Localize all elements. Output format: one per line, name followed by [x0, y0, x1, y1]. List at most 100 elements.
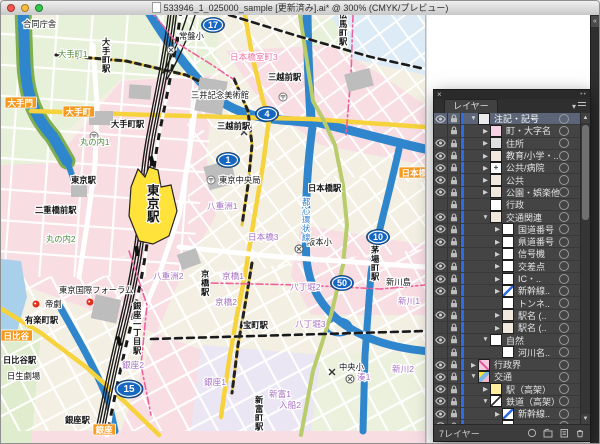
- tab-layers[interactable]: レイヤー: [444, 99, 498, 113]
- disclosure-triangle[interactable]: ▶: [493, 324, 502, 332]
- target-circle[interactable]: [559, 310, 569, 320]
- lock-icon[interactable]: [448, 125, 461, 136]
- panel-menu-icon[interactable]: ▾: [572, 102, 586, 111]
- disclosure-triangle[interactable]: ▶: [493, 410, 502, 418]
- target-circle[interactable]: [559, 175, 569, 185]
- visibility-toggle[interactable]: [434, 396, 448, 407]
- disclosure-triangle[interactable]: ▶: [481, 152, 490, 160]
- layer-row-新幹線..[interactable]: ▶新幹線..: [434, 408, 590, 420]
- visibility-toggle[interactable]: [434, 211, 448, 222]
- layer-row-新幹線..[interactable]: ▶新幹線..: [434, 285, 590, 297]
- visibility-toggle[interactable]: [434, 224, 448, 235]
- target-circle[interactable]: [559, 212, 569, 222]
- layer-row-駅名 (..[interactable]: ▶駅名 (..: [434, 310, 590, 322]
- lock-icon[interactable]: [448, 408, 461, 419]
- panel-scrollbar[interactable]: ▲▼: [580, 113, 590, 424]
- layer-row-公共/病院[interactable]: ▶+公共/病院: [434, 162, 590, 174]
- target-circle[interactable]: [559, 187, 569, 197]
- layer-row-公園・娯楽他[interactable]: ▶公園・娯楽他: [434, 187, 590, 199]
- lock-icon[interactable]: [448, 113, 461, 124]
- visibility-toggle[interactable]: [434, 285, 448, 296]
- target-circle[interactable]: [559, 286, 569, 296]
- layer-row-自然[interactable]: ▼自然: [434, 334, 590, 346]
- disclosure-triangle[interactable]: ▶: [481, 139, 490, 147]
- layer-row-信号機[interactable]: ▶信号機: [434, 248, 590, 260]
- target-circle[interactable]: [559, 163, 569, 173]
- visibility-toggle[interactable]: [434, 248, 448, 259]
- target-circle[interactable]: [559, 261, 569, 271]
- visibility-toggle[interactable]: [434, 261, 448, 272]
- disclosure-triangle[interactable]: ▼: [481, 336, 490, 343]
- disclosure-triangle[interactable]: ▶: [481, 176, 490, 184]
- layer-row-駅（高架）[interactable]: ▶駅（高架）: [434, 384, 590, 396]
- target-circle[interactable]: [559, 224, 569, 234]
- disclosure-triangle[interactable]: ▶: [481, 164, 490, 172]
- layer-row-住所[interactable]: ▶住所: [434, 138, 590, 150]
- visibility-toggle[interactable]: [434, 125, 448, 136]
- visibility-toggle[interactable]: [434, 420, 448, 424]
- disclosure-triangle[interactable]: ▶: [469, 361, 478, 369]
- layer-row-町・大字名[interactable]: ▶町・大字名: [434, 125, 590, 137]
- visibility-toggle[interactable]: [434, 322, 448, 333]
- scroll-down-arrow[interactable]: ▼: [581, 414, 590, 424]
- disclosure-triangle[interactable]: ▶: [493, 262, 502, 270]
- layer-row-IC・..[interactable]: ▶IC・..: [434, 273, 590, 285]
- lock-icon[interactable]: [448, 261, 461, 272]
- disclosure-triangle[interactable]: ▶: [493, 250, 502, 258]
- target-circle[interactable]: [559, 138, 569, 148]
- target-circle[interactable]: [559, 421, 569, 424]
- target-circle[interactable]: [559, 126, 569, 136]
- visibility-toggle[interactable]: [434, 334, 448, 345]
- visibility-toggle[interactable]: [434, 371, 448, 382]
- lock-icon[interactable]: [448, 211, 461, 222]
- visibility-toggle[interactable]: [434, 174, 448, 185]
- target-circle[interactable]: [559, 249, 569, 259]
- visibility-toggle[interactable]: [434, 310, 448, 321]
- lock-icon[interactable]: [448, 224, 461, 235]
- lock-icon[interactable]: [448, 297, 461, 308]
- lock-icon[interactable]: [448, 396, 461, 407]
- visibility-toggle[interactable]: [434, 236, 448, 247]
- disclosure-triangle[interactable]: ▼: [469, 373, 478, 380]
- disclosure-triangle[interactable]: ▶: [481, 385, 490, 393]
- lock-icon[interactable]: [448, 199, 461, 210]
- layer-row-駅名 (..[interactable]: ▶駅名 (..: [434, 322, 590, 334]
- target-circle[interactable]: [559, 151, 569, 161]
- disclosure-triangle[interactable]: ▼: [469, 115, 478, 122]
- disclosure-triangle[interactable]: ▶: [493, 311, 502, 319]
- new-layer-icon[interactable]: [559, 428, 569, 438]
- new-sublayer-icon[interactable]: [543, 428, 553, 438]
- lock-icon[interactable]: [448, 236, 461, 247]
- visibility-toggle[interactable]: [434, 162, 448, 173]
- scroll-up-arrow[interactable]: ▲: [581, 113, 590, 123]
- layer-row-県道番号[interactable]: ▶県道番号: [434, 236, 590, 248]
- target-circle[interactable]: [559, 274, 569, 284]
- visibility-toggle[interactable]: [434, 297, 448, 308]
- lock-icon[interactable]: [448, 187, 461, 198]
- target-circle[interactable]: [559, 200, 569, 210]
- lock-icon[interactable]: [448, 310, 461, 321]
- window-title-bar[interactable]: 533946_1_025000_sample [更新済み].ai* @ 300%…: [1, 1, 599, 16]
- lock-icon[interactable]: [448, 384, 461, 395]
- visibility-toggle[interactable]: [434, 199, 448, 210]
- visibility-toggle[interactable]: [434, 138, 448, 149]
- layer-row-鉄道（高架）[interactable]: ▼鉄道（高架）: [434, 396, 590, 408]
- make-release-clip-icon[interactable]: [527, 428, 537, 438]
- visibility-toggle[interactable]: [434, 150, 448, 161]
- target-circle[interactable]: [559, 409, 569, 419]
- scrollbar-thumb[interactable]: [582, 125, 589, 220]
- visibility-toggle[interactable]: [434, 408, 448, 419]
- visibility-toggle[interactable]: [434, 347, 448, 358]
- lock-icon[interactable]: [448, 347, 461, 358]
- lock-icon[interactable]: [448, 174, 461, 185]
- layer-row-行政界[interactable]: ▶行政界: [434, 359, 590, 371]
- layer-row-河川名..[interactable]: 河川名..: [434, 347, 590, 359]
- visibility-toggle[interactable]: [434, 273, 448, 284]
- lock-icon[interactable]: [448, 334, 461, 345]
- disclosure-triangle[interactable]: ▼: [481, 398, 490, 405]
- target-circle[interactable]: [559, 335, 569, 345]
- visibility-toggle[interactable]: [434, 359, 448, 370]
- dock-collapse-icon[interactable]: «: [591, 16, 599, 27]
- lock-icon[interactable]: [448, 420, 461, 424]
- panel-close-icon[interactable]: ×: [437, 91, 442, 99]
